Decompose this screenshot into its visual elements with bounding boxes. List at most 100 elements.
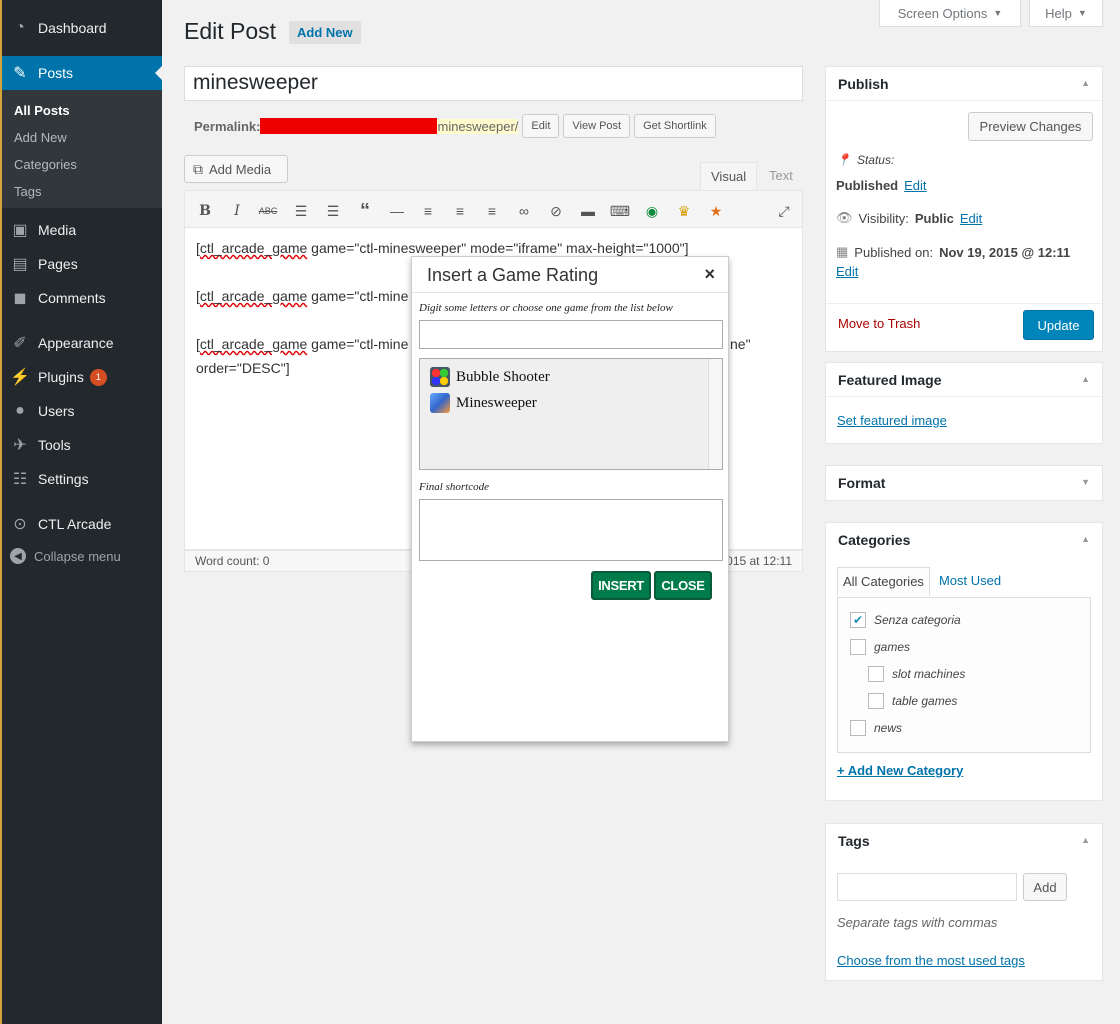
edit-visibility-link[interactable]: Edit bbox=[960, 211, 982, 226]
add-media-button[interactable]: ⧉ Add Media bbox=[184, 155, 288, 183]
game-list[interactable]: Bubble Shooter Minesweeper bbox=[419, 358, 723, 470]
users-icon: ● bbox=[15, 402, 25, 419]
collapse-up-icon[interactable]: ▲ bbox=[1081, 374, 1090, 384]
dialog-divider bbox=[412, 292, 728, 293]
tab-visual[interactable]: Visual bbox=[700, 162, 758, 190]
add-new-post-button[interactable]: Add New bbox=[289, 21, 361, 44]
categories-header[interactable]: Categories ▲ bbox=[826, 523, 1102, 557]
submenu-add-new[interactable]: Add New bbox=[14, 130, 67, 145]
triangle-down-icon: ▼ bbox=[993, 8, 1003, 18]
content-line-3-end: ne" bbox=[730, 336, 751, 352]
format-header[interactable]: Format ▼ bbox=[826, 466, 1102, 500]
minesweeper-icon bbox=[430, 393, 450, 413]
tags-header[interactable]: Tags ▲ bbox=[826, 824, 1102, 858]
tag-input[interactable] bbox=[837, 873, 1017, 901]
submenu-all-posts[interactable]: All Posts bbox=[14, 103, 70, 118]
game-search-input[interactable] bbox=[419, 320, 723, 349]
italic-icon[interactable]: I bbox=[227, 201, 247, 221]
submenu-categories[interactable]: Categories bbox=[14, 157, 77, 172]
checkbox-checked[interactable]: ✔ bbox=[850, 612, 866, 628]
tab-most-used[interactable]: Most Used bbox=[934, 567, 1006, 596]
content-line-2: [ctl_arcade_game game="ctl-mine bbox=[196, 288, 409, 304]
unlink-icon[interactable]: ⊘ bbox=[546, 201, 566, 221]
collapse-up-icon[interactable]: ▲ bbox=[1081, 78, 1090, 88]
game-option-bubble-shooter[interactable]: Bubble Shooter bbox=[430, 367, 550, 387]
insert-button[interactable]: INSERT bbox=[591, 571, 651, 600]
help-button[interactable]: Help ▼ bbox=[1029, 0, 1103, 27]
fullscreen-icon[interactable]: ⤢ bbox=[774, 201, 794, 221]
sidebar-item-appearance[interactable]: ✐ Appearance bbox=[2, 326, 162, 360]
content-line-1: [ctl_arcade_game game="ctl-minesweeper" … bbox=[196, 240, 689, 256]
move-to-trash-link[interactable]: Move to Trash bbox=[838, 316, 920, 331]
final-shortcode-textarea[interactable] bbox=[419, 499, 723, 561]
horizontal-line-icon[interactable]: — bbox=[387, 201, 407, 221]
collapse-up-icon[interactable]: ▲ bbox=[1081, 835, 1090, 845]
keyboard-icon[interactable]: ⌨ bbox=[610, 201, 630, 221]
read-more-icon[interactable]: ▬ bbox=[578, 201, 598, 221]
format-box: Format ▼ bbox=[825, 465, 1103, 501]
sidebar-item-pages[interactable]: ▤ Pages bbox=[2, 247, 162, 281]
collapse-down-icon[interactable]: ▼ bbox=[1081, 477, 1090, 487]
add-new-category-link[interactable]: + Add New Category bbox=[837, 763, 963, 778]
update-button[interactable]: Update bbox=[1023, 310, 1094, 340]
add-tag-button[interactable]: Add bbox=[1023, 873, 1067, 901]
permalink-slug[interactable]: minesweeper/ bbox=[437, 118, 519, 134]
tab-text[interactable]: Text bbox=[759, 162, 803, 190]
bullet-list-icon[interactable]: ☰ bbox=[291, 201, 311, 221]
publish-header[interactable]: Publish ▲ bbox=[826, 67, 1102, 101]
list-scrollbar[interactable] bbox=[708, 359, 722, 469]
close-icon[interactable]: × bbox=[704, 264, 715, 285]
sidebar-item-users[interactable]: ● Users bbox=[2, 394, 162, 428]
post-title-input[interactable]: minesweeper bbox=[184, 66, 803, 101]
trophy-icon[interactable]: ♛ bbox=[674, 201, 694, 221]
edit-status-link[interactable]: Edit bbox=[904, 178, 926, 193]
align-left-icon[interactable]: ≡ bbox=[418, 201, 438, 221]
pin-icon: 📍 bbox=[836, 153, 851, 167]
plugins-update-badge: 1 bbox=[89, 368, 107, 386]
bold-icon[interactable]: B bbox=[195, 201, 215, 221]
screen-options-button[interactable]: Screen Options ▼ bbox=[879, 0, 1021, 27]
numbered-list-icon[interactable]: ☰ bbox=[323, 201, 343, 221]
collapse-menu-button[interactable]: ◀ Collapse menu bbox=[10, 548, 121, 564]
game-mask-icon[interactable]: ◉ bbox=[642, 201, 662, 221]
category-item[interactable]: ✔ Senza categoria bbox=[850, 612, 961, 628]
checkbox[interactable] bbox=[868, 693, 884, 709]
sidebar-item-plugins[interactable]: ⚡ Plugins 1 bbox=[2, 360, 162, 394]
checkbox[interactable] bbox=[850, 639, 866, 655]
sidebar-item-dashboard[interactable]: ◔ Dashboard bbox=[2, 11, 162, 45]
star-icon[interactable]: ★ bbox=[706, 201, 726, 221]
category-item[interactable]: games bbox=[850, 639, 910, 655]
featured-image-header[interactable]: Featured Image ▲ bbox=[826, 363, 1102, 397]
game-option-minesweeper[interactable]: Minesweeper bbox=[430, 393, 537, 413]
link-icon[interactable]: ∞ bbox=[514, 201, 534, 221]
media-icon: ▣ bbox=[12, 222, 28, 239]
edit-permalink-button[interactable]: Edit bbox=[522, 114, 560, 138]
page-title: Edit Post bbox=[184, 18, 277, 44]
sidebar-item-media[interactable]: ▣ Media bbox=[2, 213, 162, 247]
sidebar-item-ctl-arcade[interactable]: ⊙ CTL Arcade bbox=[2, 507, 162, 541]
collapse-up-icon[interactable]: ▲ bbox=[1081, 534, 1090, 544]
tab-all-categories[interactable]: All Categories bbox=[837, 567, 930, 596]
sidebar-item-comments[interactable]: ◼ Comments bbox=[2, 281, 162, 315]
sidebar-item-tools[interactable]: ✈ Tools bbox=[2, 428, 162, 462]
preview-changes-button[interactable]: Preview Changes bbox=[968, 112, 1093, 141]
strikethrough-icon[interactable]: ABC bbox=[258, 201, 278, 221]
edit-date-link[interactable]: Edit bbox=[836, 264, 858, 279]
align-center-icon[interactable]: ≡ bbox=[450, 201, 470, 221]
bubble-shooter-icon bbox=[430, 367, 450, 387]
sidebar-item-settings[interactable]: ☷ Settings bbox=[2, 462, 162, 496]
category-item[interactable]: slot machines bbox=[868, 666, 965, 682]
sidebar-item-posts[interactable]: ✎ Posts bbox=[2, 56, 163, 90]
checkbox[interactable] bbox=[868, 666, 884, 682]
category-item[interactable]: news bbox=[850, 720, 902, 736]
choose-most-used-tags-link[interactable]: Choose from the most used tags bbox=[837, 953, 1025, 968]
blockquote-icon[interactable]: “ bbox=[355, 200, 375, 222]
align-right-icon[interactable]: ≡ bbox=[482, 201, 502, 221]
submenu-tags[interactable]: Tags bbox=[14, 184, 41, 199]
category-item[interactable]: table games bbox=[868, 693, 957, 709]
set-featured-image-link[interactable]: Set featured image bbox=[837, 413, 947, 428]
checkbox[interactable] bbox=[850, 720, 866, 736]
view-post-button[interactable]: View Post bbox=[563, 114, 631, 138]
get-shortlink-button[interactable]: Get Shortlink bbox=[634, 114, 716, 138]
close-button[interactable]: CLOSE bbox=[654, 571, 712, 600]
